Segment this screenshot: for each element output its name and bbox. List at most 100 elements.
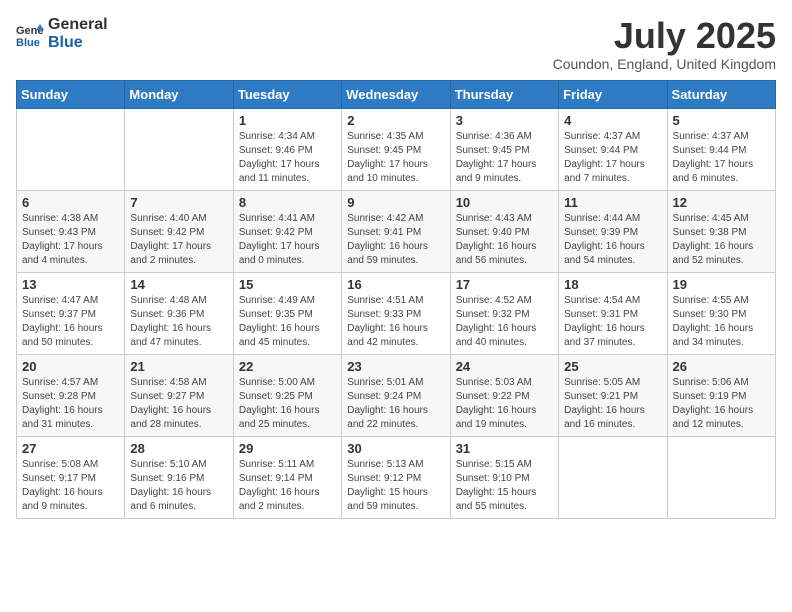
calendar-cell [17, 108, 125, 190]
day-number: 24 [456, 359, 553, 374]
day-number: 7 [130, 195, 227, 210]
calendar-cell: 18 Sunrise: 4:54 AM Sunset: 9:31 PM Dayli… [559, 272, 667, 354]
calendar-cell [125, 108, 233, 190]
day-of-week-header: Sunday [17, 80, 125, 108]
day-info: Sunrise: 4:57 AM Sunset: 9:28 PM Dayligh… [22, 376, 119, 432]
day-of-week-header: Wednesday [342, 80, 450, 108]
calendar-cell: 11 Sunrise: 4:44 AM Sunset: 9:39 PM Dayli… [559, 190, 667, 272]
day-number: 1 [239, 113, 336, 128]
day-info: Sunrise: 4:48 AM Sunset: 9:36 PM Dayligh… [130, 294, 227, 350]
day-of-week-header: Saturday [667, 80, 775, 108]
calendar-week-row: 27Sunrise: 5:08 AM Sunset: 9:17 PM Dayli… [17, 436, 776, 518]
day-number: 8 [239, 195, 336, 210]
day-number: 17 [456, 277, 553, 292]
day-info: Sunrise: 5:03 AM Sunset: 9:22 PM Dayligh… [456, 376, 553, 432]
day-info: Sunrise: 4:37 AM Sunset: 9:44 PM Dayligh… [673, 130, 770, 186]
day-number: 3 [456, 113, 553, 128]
day-number: 21 [130, 359, 227, 374]
day-number: 15 [239, 277, 336, 292]
calendar-cell: 16 Sunrise: 4:51 AM Sunset: 9:33 PM Dayli… [342, 272, 450, 354]
day-info: Sunrise: 4:47 AM Sunset: 9:37 PM Dayligh… [22, 294, 119, 350]
day-number: 31 [456, 441, 553, 456]
logo-general-text: General [48, 16, 108, 34]
day-number: 13 [22, 277, 119, 292]
day-info: Sunrise: 4:55 AM Sunset: 9:30 PM Dayligh… [673, 294, 770, 350]
calendar-cell: 13 Sunrise: 4:47 AM Sunset: 9:37 PM Dayli… [17, 272, 125, 354]
day-of-week-header: Tuesday [233, 80, 341, 108]
calendar-cell: 5 Sunrise: 4:37 AM Sunset: 9:44 PM Daylig… [667, 108, 775, 190]
calendar-cell: 15 Sunrise: 4:49 AM Sunset: 9:35 PM Dayli… [233, 272, 341, 354]
calendar-cell: 25 Sunrise: 5:05 AM Sunset: 9:21 PM Dayli… [559, 354, 667, 436]
day-number: 11 [564, 195, 661, 210]
day-number: 16 [347, 277, 444, 292]
calendar-week-row: 13 Sunrise: 4:47 AM Sunset: 9:37 PM Dayli… [17, 272, 776, 354]
day-number: 30 [347, 441, 444, 456]
day-of-week-header: Friday [559, 80, 667, 108]
calendar-week-row: 6Sunrise: 4:38 AM Sunset: 9:43 PM Daylig… [17, 190, 776, 272]
day-info: Sunrise: 5:10 AM Sunset: 9:16 PM Dayligh… [130, 458, 227, 514]
day-info: Sunrise: 4:54 AM Sunset: 9:31 PM Dayligh… [564, 294, 661, 350]
logo-icon: General Blue [16, 20, 44, 48]
location-subtitle: Coundon, England, United Kingdom [553, 56, 776, 72]
calendar-cell: 10Sunrise: 4:43 AM Sunset: 9:40 PM Dayli… [450, 190, 558, 272]
calendar-cell: 31 Sunrise: 5:15 AM Sunset: 9:10 PM Dayli… [450, 436, 558, 518]
day-info: Sunrise: 5:05 AM Sunset: 9:21 PM Dayligh… [564, 376, 661, 432]
day-number: 10 [456, 195, 553, 210]
day-number: 4 [564, 113, 661, 128]
calendar-cell: 28Sunrise: 5:10 AM Sunset: 9:16 PM Dayli… [125, 436, 233, 518]
day-number: 19 [673, 277, 770, 292]
day-info: Sunrise: 4:44 AM Sunset: 9:39 PM Dayligh… [564, 212, 661, 268]
calendar-cell: 6Sunrise: 4:38 AM Sunset: 9:43 PM Daylig… [17, 190, 125, 272]
day-info: Sunrise: 4:35 AM Sunset: 9:45 PM Dayligh… [347, 130, 444, 186]
logo: General Blue General Blue [16, 16, 108, 51]
day-info: Sunrise: 4:37 AM Sunset: 9:44 PM Dayligh… [564, 130, 661, 186]
day-number: 18 [564, 277, 661, 292]
calendar-cell: 20 Sunrise: 4:57 AM Sunset: 9:28 PM Dayli… [17, 354, 125, 436]
day-info: Sunrise: 5:08 AM Sunset: 9:17 PM Dayligh… [22, 458, 119, 514]
day-of-week-header: Thursday [450, 80, 558, 108]
day-number: 26 [673, 359, 770, 374]
calendar-cell: 27Sunrise: 5:08 AM Sunset: 9:17 PM Dayli… [17, 436, 125, 518]
calendar-cell: 24 Sunrise: 5:03 AM Sunset: 9:22 PM Dayli… [450, 354, 558, 436]
day-number: 12 [673, 195, 770, 210]
day-number: 14 [130, 277, 227, 292]
calendar-cell: 29 Sunrise: 5:11 AM Sunset: 9:14 PM Dayli… [233, 436, 341, 518]
day-info: Sunrise: 4:42 AM Sunset: 9:41 PM Dayligh… [347, 212, 444, 268]
day-number: 5 [673, 113, 770, 128]
title-block: July 2025 Coundon, England, United Kingd… [553, 16, 776, 72]
calendar-cell: 4 Sunrise: 4:37 AM Sunset: 9:44 PM Daylig… [559, 108, 667, 190]
day-number: 29 [239, 441, 336, 456]
day-info: Sunrise: 4:51 AM Sunset: 9:33 PM Dayligh… [347, 294, 444, 350]
calendar-cell: 21 Sunrise: 4:58 AM Sunset: 9:27 PM Dayli… [125, 354, 233, 436]
day-number: 2 [347, 113, 444, 128]
day-info: Sunrise: 4:58 AM Sunset: 9:27 PM Dayligh… [130, 376, 227, 432]
calendar-cell: 26Sunrise: 5:06 AM Sunset: 9:19 PM Dayli… [667, 354, 775, 436]
calendar-cell: 8Sunrise: 4:41 AM Sunset: 9:42 PM Daylig… [233, 190, 341, 272]
day-info: Sunrise: 4:34 AM Sunset: 9:46 PM Dayligh… [239, 130, 336, 186]
svg-text:Blue: Blue [16, 37, 40, 48]
day-number: 6 [22, 195, 119, 210]
day-number: 20 [22, 359, 119, 374]
day-info: Sunrise: 4:52 AM Sunset: 9:32 PM Dayligh… [456, 294, 553, 350]
calendar-table: SundayMondayTuesdayWednesdayThursdayFrid… [16, 80, 776, 519]
calendar-cell [667, 436, 775, 518]
day-number: 22 [239, 359, 336, 374]
day-info: Sunrise: 4:36 AM Sunset: 9:45 PM Dayligh… [456, 130, 553, 186]
calendar-cell: 9Sunrise: 4:42 AM Sunset: 9:41 PM Daylig… [342, 190, 450, 272]
calendar-cell: 7Sunrise: 4:40 AM Sunset: 9:42 PM Daylig… [125, 190, 233, 272]
day-info: Sunrise: 5:15 AM Sunset: 9:10 PM Dayligh… [456, 458, 553, 514]
page-header: General Blue General Blue July 2025 Coun… [16, 16, 776, 72]
month-year-title: July 2025 [553, 16, 776, 56]
day-info: Sunrise: 5:11 AM Sunset: 9:14 PM Dayligh… [239, 458, 336, 514]
day-info: Sunrise: 5:00 AM Sunset: 9:25 PM Dayligh… [239, 376, 336, 432]
calendar-cell: 23Sunrise: 5:01 AM Sunset: 9:24 PM Dayli… [342, 354, 450, 436]
day-number: 25 [564, 359, 661, 374]
day-info: Sunrise: 4:45 AM Sunset: 9:38 PM Dayligh… [673, 212, 770, 268]
day-info: Sunrise: 5:13 AM Sunset: 9:12 PM Dayligh… [347, 458, 444, 514]
calendar-cell: 17 Sunrise: 4:52 AM Sunset: 9:32 PM Dayli… [450, 272, 558, 354]
day-info: Sunrise: 4:49 AM Sunset: 9:35 PM Dayligh… [239, 294, 336, 350]
day-of-week-header: Monday [125, 80, 233, 108]
day-info: Sunrise: 5:01 AM Sunset: 9:24 PM Dayligh… [347, 376, 444, 432]
calendar-cell: 2 Sunrise: 4:35 AM Sunset: 9:45 PM Daylig… [342, 108, 450, 190]
calendar-cell: 14 Sunrise: 4:48 AM Sunset: 9:36 PM Dayli… [125, 272, 233, 354]
